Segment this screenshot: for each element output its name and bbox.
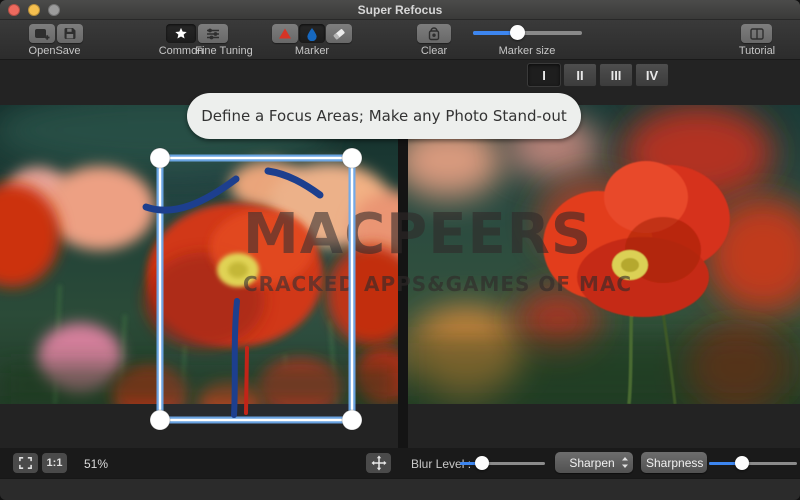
fine-tuning-label: Fine Tuning — [192, 45, 256, 57]
chevron-up-down-icon — [621, 456, 629, 469]
save-icon — [63, 27, 77, 40]
save-label: Save — [50, 45, 86, 57]
focus-rect-glow — [160, 158, 352, 420]
red-triangle-marker-icon — [278, 27, 292, 40]
save-button[interactable] — [57, 24, 83, 43]
eraser-icon — [331, 26, 347, 42]
open-button[interactable] — [29, 24, 55, 43]
star-icon — [174, 27, 188, 41]
sharpen-dropdown-value: Sharpen — [563, 456, 621, 470]
toolbar — [0, 20, 800, 60]
fit-screen-icon — [18, 456, 33, 470]
red-marker-stroke — [246, 348, 247, 413]
common-mode-button[interactable] — [166, 24, 196, 43]
sharpen-dropdown[interactable]: Sharpen — [555, 452, 633, 473]
tutorial-button[interactable] — [741, 24, 772, 43]
slider-track[interactable] — [473, 31, 582, 35]
trash-icon — [426, 26, 442, 41]
step-button-2[interactable]: II — [563, 63, 597, 87]
titlebar: Super Refocus — [0, 0, 800, 20]
window-footer — [0, 478, 800, 500]
app-window: Super Refocus Open Save Common Fine Tuni… — [0, 0, 800, 500]
marker-label: Marker — [284, 45, 340, 57]
hint-tooltip: Define a Focus Areas; Make any Photo Sta… — [187, 93, 581, 139]
step-buttons: I II III IV — [527, 63, 669, 87]
pan-tool-button[interactable] — [366, 453, 391, 473]
tutorial-label: Tutorial — [725, 45, 789, 57]
slider-knob[interactable] — [475, 456, 489, 470]
book-icon — [749, 27, 765, 41]
slider-knob[interactable] — [735, 456, 749, 470]
blur-level-slider[interactable] — [460, 456, 545, 471]
slider-track[interactable] — [709, 462, 797, 465]
window-title: Super Refocus — [0, 3, 800, 17]
step-button-3[interactable]: III — [599, 63, 633, 87]
focus-selection-overlay[interactable] — [0, 105, 398, 450]
step-button-1[interactable]: I — [527, 63, 561, 87]
eraser-button[interactable] — [326, 24, 352, 43]
tune-sliders-icon — [205, 27, 221, 41]
clear-label: Clear — [410, 45, 458, 57]
sharpness-slider[interactable] — [709, 456, 797, 471]
slider-knob[interactable] — [510, 25, 525, 40]
marker-size-label: Marker size — [487, 45, 567, 57]
sharpness-dropdown-value: Sharpness — [646, 456, 703, 470]
marker-background-button[interactable] — [299, 24, 325, 43]
step-button-4[interactable]: IV — [635, 63, 669, 87]
blue-drop-marker-icon — [305, 27, 319, 41]
move-arrows-icon — [371, 455, 387, 471]
fit-to-screen-button[interactable] — [13, 453, 38, 473]
sharpness-dropdown[interactable]: Sharpness — [641, 452, 707, 473]
zoom-level-value: 51% — [84, 457, 108, 471]
fine-tuning-button[interactable] — [198, 24, 228, 43]
open-photo-icon — [34, 27, 50, 41]
one-to-one-button[interactable]: 1:1 — [42, 453, 67, 473]
slider-track[interactable] — [460, 462, 545, 465]
marker-focus-button[interactable] — [272, 24, 298, 43]
marker-size-slider[interactable] — [473, 25, 582, 40]
clear-button[interactable] — [417, 24, 451, 43]
